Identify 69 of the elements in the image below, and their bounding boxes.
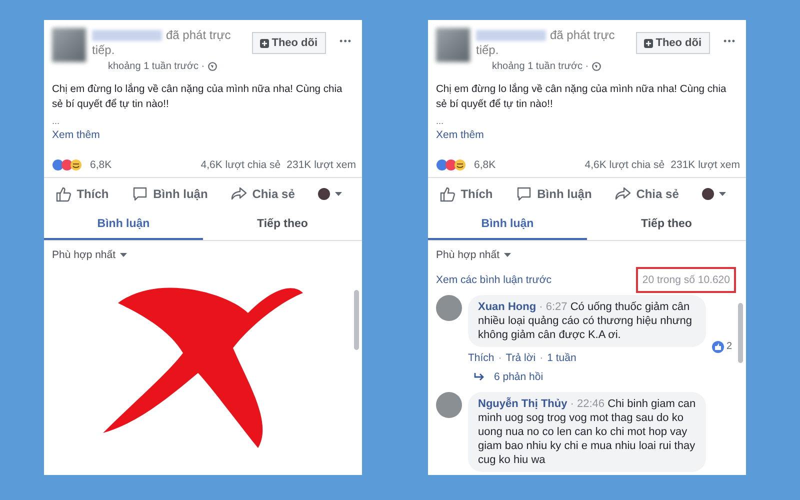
tab[interactable]: Tiếp theo: [587, 210, 746, 240]
post-action-button[interactable]: Bình luận: [126, 185, 214, 203]
thumbs-up-icon: [56, 186, 72, 202]
previous-comments-link[interactable]: Xem các bình luận trước: [436, 274, 552, 286]
like-count: 2: [710, 339, 734, 355]
ellipsis: ...: [436, 116, 445, 126]
share-arrow-icon: [231, 186, 248, 202]
blurred-avatar: [52, 28, 86, 62]
view-count: 231K lượt xem: [286, 159, 356, 171]
reaction-icons: [52, 159, 84, 171]
scrollbar[interactable]: [354, 290, 359, 350]
comment-text: Nguyễn Thị Thủy · 22:46 Chi binh giam can minh uog sog trog vog mot thag sau do ko uong nua no co len can ko chi mot hop vay giam bao nhiu ky chi e mua nhiu loai rui thay cug ko hiu wa: [478, 398, 696, 466]
thumbs-up-icon: [440, 186, 456, 202]
post-action-button[interactable]: Bình luận: [510, 185, 598, 203]
globe-icon: [592, 62, 601, 71]
post-time: khoảng 1 tuần trước ·: [108, 61, 205, 72]
replies-link[interactable]: 6 phản hồi: [428, 364, 746, 390]
caret-icon: [719, 192, 726, 196]
comment-action-link[interactable]: Trả lời: [506, 352, 536, 364]
follow-icon: [260, 38, 269, 48]
more-options-button[interactable]: •••: [340, 36, 352, 72]
post-time: khoảng 1 tuần trước ·: [492, 61, 589, 72]
tab[interactable]: Bình luận: [44, 210, 203, 240]
follow-icon: [644, 38, 653, 48]
tab[interactable]: Tiếp theo: [203, 210, 362, 240]
post-action-button[interactable]: Thích: [50, 185, 115, 203]
follow-button[interactable]: Theo dõi: [252, 32, 326, 54]
globe-icon: [208, 62, 217, 71]
separator-dot: ·: [498, 352, 502, 364]
caret-icon: [120, 253, 127, 257]
more-options-button[interactable]: •••: [724, 36, 736, 72]
profile-avatar-icon: [702, 188, 714, 200]
caret-icon: [335, 192, 342, 196]
tab[interactable]: Bình luận: [428, 210, 587, 240]
reply-arrow-icon: [474, 373, 484, 381]
author-line: đã phát trực tiếp.: [476, 28, 616, 58]
see-more-link[interactable]: Xem thêm: [52, 128, 354, 143]
sort-dropdown[interactable]: Phù hợp nhất: [44, 241, 135, 269]
caret-icon: [504, 253, 511, 257]
post-text: Chị em đừng lo lắng về cân nặng của mình nữa nha! Cùng chia sẻ bí quyết để tự tin nào!!: [52, 82, 344, 112]
follow-button[interactable]: Theo dõi: [636, 32, 710, 54]
comment-count: 20 trong số 10.620: [636, 267, 736, 293]
ellipsis: ...: [52, 116, 61, 126]
reaction-count[interactable]: 6,8K: [90, 159, 112, 171]
see-more-link[interactable]: Xem thêm: [436, 128, 738, 143]
profile-avatar-icon: [318, 188, 330, 200]
comment-icon: [516, 186, 532, 202]
post-action-button[interactable]: Chia sẻ: [225, 185, 301, 203]
comment-text: Xuan Hong · 6:27 Có uống thuốc giảm cân nhiều loại quảng cáo có thương hiệu nhưng không giảm cân được K.A ơi.: [478, 301, 692, 341]
post-text: Chị em đừng lo lắng về cân nặng của mình nữa nha! Cùng chia sẻ bí quyết để tự tin nào!!: [436, 82, 728, 112]
comment-action-link[interactable]: 1 tuần: [547, 352, 576, 364]
like-icon: [712, 341, 724, 353]
author-line: đã phát trực tiếp.: [92, 28, 232, 58]
view-count: 231K lượt xem: [670, 159, 740, 171]
scrollbar[interactable]: [738, 303, 743, 363]
share-count[interactable]: 4,6K lượt chia sẻ: [584, 159, 665, 171]
commenter-avatar: [436, 295, 462, 321]
blurred-avatar: [436, 28, 470, 62]
post-action-button[interactable]: Thích: [434, 185, 499, 203]
share-count[interactable]: 4,6K lượt chia sẻ: [200, 159, 281, 171]
reaction-icons: [436, 159, 468, 171]
reaction-count[interactable]: 6,8K: [474, 159, 496, 171]
sort-dropdown[interactable]: Phù hợp nhất: [428, 241, 519, 269]
separator-dot: ·: [540, 352, 544, 364]
commenter-avatar: [436, 392, 462, 418]
post-action-button[interactable]: Chia sẻ: [609, 185, 685, 203]
share-arrow-icon: [615, 186, 632, 202]
comment-action-link[interactable]: Thích: [468, 352, 494, 364]
comment-icon: [132, 186, 148, 202]
